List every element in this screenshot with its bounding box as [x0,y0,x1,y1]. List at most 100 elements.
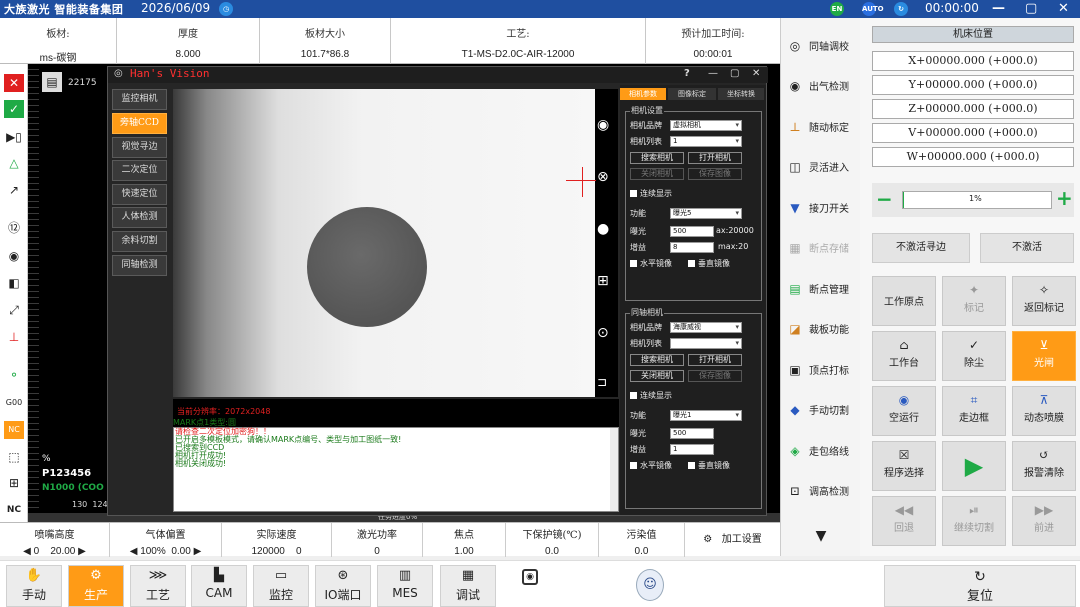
cut-board-button[interactable]: ◪ 裁板功能 [785,311,857,347]
search-camera-button[interactable]: 搜索相机 [630,354,684,366]
speed-slider[interactable]: − 1% + [872,183,1074,217]
search-camera-button[interactable]: 搜索相机 [630,152,684,164]
reset-button[interactable]: ↻ 复位 [884,565,1076,607]
maximize-icon[interactable]: ▢ [1025,1,1037,16]
return-mark-button[interactable]: ✧ 返回标记 [1012,276,1076,326]
process-settings-button[interactable]: ⚙ 加工设置 [685,523,780,557]
slider-track[interactable]: 1% [902,191,1052,209]
select-icon[interactable]: ⬚ [4,448,24,466]
target-icon[interactable]: ◉ [4,247,24,265]
help-icon[interactable]: ? [684,68,690,79]
nav-secondary-positioning[interactable]: 二次定位 [112,160,167,181]
eye-icon[interactable]: ◉ [597,117,609,133]
grid-icon[interactable]: ⊞ [4,474,24,492]
close-file-icon[interactable]: ✕ [4,74,24,92]
breakpoint-manage-button[interactable]: ▤ 断点管理 [785,271,857,307]
back-button[interactable]: ◀◀ 回退 [872,496,936,546]
vmirror-checkbox[interactable]: 垂直镜像 [688,258,730,269]
nav-manual[interactable]: ✋ 手动 [6,565,62,607]
gain-input[interactable]: 8 [670,242,714,253]
log-panel[interactable]: 请检查二次定位加密狗！！ 已开启多模板模式，请确认MARK点编号、类型与加工图纸… [173,427,619,512]
minimize-icon[interactable]: — [992,1,1005,16]
minus-icon[interactable]: − [876,189,893,209]
nav-human-detection[interactable]: 人体检测 [112,207,167,228]
check-icon[interactable]: ✓ [4,100,24,118]
play-step-icon[interactable]: ▶▯ [4,128,24,146]
nav-remnant-cutting[interactable]: 余料切割 [112,231,167,252]
nav-side-ccd[interactable]: 旁轴CCD [112,113,167,134]
continuous-checkbox[interactable]: 连续显示 [630,188,672,199]
continuous-checkbox[interactable]: 连续显示 [630,390,672,401]
vertex-marking-button[interactable]: ▣ 顶点打标 [785,352,857,388]
assistant-robot-icon[interactable]: ☺ [636,569,664,601]
log-scrollbar[interactable] [610,428,618,511]
tab-camera-params[interactable]: 相机参数 [620,88,666,100]
hmirror-checkbox[interactable]: 水平镜像 [630,258,672,269]
nav-process[interactable]: ⋙ 工艺 [130,565,186,607]
auto-badge[interactable]: AUTO [862,2,884,16]
dialog-minimize-icon[interactable]: — [708,68,718,79]
coaxial-calibration-button[interactable]: ◎ 同轴调校 [785,28,857,64]
close-icon[interactable]: ✕ [1058,1,1069,16]
number-icon[interactable]: ⑫ [4,219,24,237]
program-select-button[interactable]: ☒ 程序选择 [872,441,936,491]
language-badge[interactable]: EN [830,2,844,16]
tab-image-calibration[interactable]: 图像标定 [668,88,716,100]
expand-down-icon[interactable]: ▼ [785,518,857,554]
gas-offset[interactable]: 气体偏置 ◀ 100% 0.00 ▶ [110,523,222,557]
camera-view[interactable] [173,89,595,397]
close-camera-button[interactable]: 关闭相机 [630,370,684,382]
left-arrow-icon[interactable]: ◀ [23,546,31,557]
dialog-close-icon[interactable]: ✕ [752,68,760,79]
layer-icon[interactable]: ◧ [4,274,24,292]
path-icon[interactable]: ↗ [4,181,24,199]
refresh-icon[interactable]: ↻ [894,2,908,16]
exposure-input[interactable]: 500 [670,428,714,439]
work-origin-button[interactable]: 工作原点 [872,276,936,326]
dynamic-film-button[interactable]: ⊼ 动态喷膜 [1012,386,1076,436]
knife-switch-button[interactable]: ▼ 接刀开关 [785,190,857,226]
gas-detect-button[interactable]: ◉ 出气检测 [785,68,857,104]
cross-circle-icon[interactable]: ⊗ [597,169,609,185]
open-camera-button[interactable]: 打开相机 [688,354,742,366]
right-arrow-icon[interactable]: ▶ [194,546,202,557]
tab-coord-transform[interactable]: 坐标转换 [718,88,764,100]
save-image-button[interactable]: 保存图像 [688,168,742,180]
open-camera-button[interactable]: 打开相机 [688,152,742,164]
height-detect-button[interactable]: ⊡ 调高检测 [785,473,857,509]
envelope-button[interactable]: ◈ 走包络线 [785,433,857,469]
nav-monitor[interactable]: ▭ 监控 [253,565,309,607]
worktable-button[interactable]: ⌂ 工作台 [872,331,936,381]
expand-icon[interactable]: ⤢ [4,301,24,319]
dialog-maximize-icon[interactable]: ▢ [730,68,739,79]
triangle-icon[interactable]: △ [4,154,24,172]
calendar-icon[interactable]: ◷ [219,2,233,16]
nav-debug[interactable]: ▦ 调试 [440,565,496,607]
breakpoint-store-button[interactable]: ▦ 断点存储 [785,230,857,266]
mark-button[interactable]: ✦ 标记 [942,276,1006,326]
flexible-entry-button[interactable]: ◫ 灵活进入 [785,149,857,185]
list-select[interactable]: 1 [670,136,742,147]
camera-shortcut-icon[interactable]: ◉ [522,569,538,585]
nc-program-icon[interactable]: NC [4,501,24,519]
origin-icon[interactable]: ⊥ [4,328,24,346]
nav-io[interactable]: ⊛ IO端口 [315,565,371,607]
nav-mes[interactable]: ▥ MES [377,565,433,607]
start-button[interactable]: ▶ [942,441,1006,491]
brand-select[interactable]: 海康威视 [670,322,742,333]
function-select[interactable]: 曝光5 [670,208,742,219]
document-icon[interactable]: ▤ [42,72,62,92]
hmirror-checkbox[interactable]: 水平镜像 [630,460,672,471]
gain-input[interactable]: 1 [670,444,714,455]
right-arrow-icon[interactable]: ▶ [78,546,86,557]
frame-button[interactable]: ⌗ 走边框 [942,386,1006,436]
grid-view-icon[interactable]: ⊞ [597,273,609,289]
node-icon[interactable]: ⚬ [4,366,24,384]
close-camera-button[interactable]: 关闭相机 [630,168,684,180]
vmirror-checkbox[interactable]: 垂直镜像 [688,460,730,471]
nc-icon[interactable]: NC [4,421,24,439]
deactivate-button[interactable]: 不激活 [980,233,1074,263]
nav-cam[interactable]: ▙ CAM [191,565,247,607]
plus-icon[interactable]: + [1056,187,1073,209]
left-arrow-icon[interactable]: ◀ [130,546,138,557]
